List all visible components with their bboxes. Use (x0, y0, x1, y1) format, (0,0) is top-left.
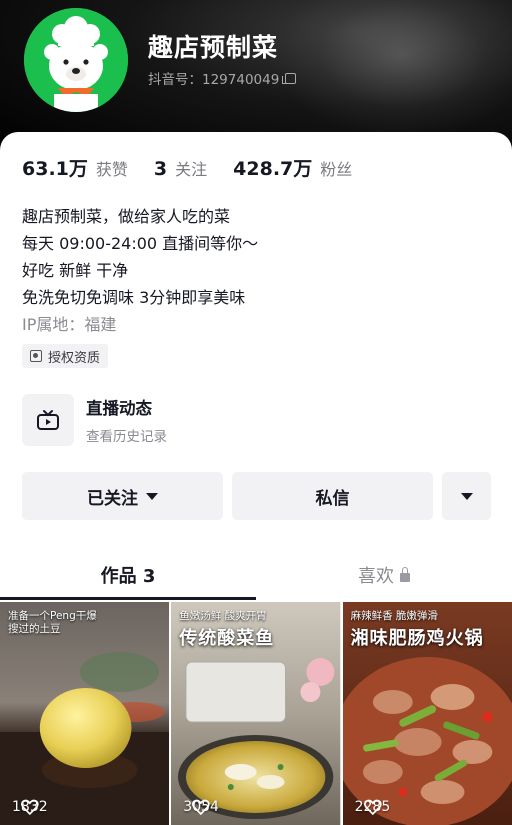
video-grid: 准备一个Peng干爆 搜过的土豆 1832 鱼嫩汤鲜 酸爽开胃 传统酸菜鱼 30… (0, 602, 512, 825)
video-caption: 鱼嫩汤鲜 酸爽开胃 (179, 610, 267, 622)
message-label: 私信 (315, 488, 350, 509)
followed-button[interactable]: 已关注 (22, 472, 223, 520)
stat-value: 428.7万 (233, 158, 313, 180)
live-history-entry[interactable]: 直播动态 查看历史记录 (22, 394, 167, 446)
stat-label: 关注 (175, 160, 208, 179)
bio-line: 免洗免切免调味 3分钟即享美味 (22, 288, 246, 307)
video-thumbnail[interactable]: 准备一个Peng干爆 搜过的土豆 1832 (0, 602, 170, 825)
video-title: 传统酸菜鱼 (179, 628, 275, 649)
heart-icon (192, 799, 210, 815)
video-thumbnail[interactable]: 麻辣鲜香 脆嫩弹滑 湘味肥肠鸡火锅 2285 (342, 602, 512, 825)
heart-icon (21, 799, 39, 815)
stat-following[interactable]: 3 关注 (154, 156, 207, 180)
certificate-icon (30, 350, 42, 362)
header-background (272, 0, 512, 140)
live-subtitle: 查看历史记录 (86, 429, 167, 445)
stat-label: 获赞 (95, 160, 128, 179)
tab-likes[interactable]: 喜欢 (256, 552, 512, 598)
lock-icon (400, 566, 410, 582)
like-count: 2285 (355, 799, 390, 815)
stat-followers[interactable]: 428.7万 粉丝 (233, 154, 352, 181)
video-caption: 麻辣鲜香 脆嫩弹滑 (350, 610, 438, 622)
live-title: 直播动态 (86, 399, 152, 418)
qualification-badge[interactable]: 授权资质 (22, 344, 109, 368)
stat-label: 粉丝 (320, 160, 353, 179)
video-thumbnail[interactable]: 鱼嫩汤鲜 酸爽开胃 传统酸菜鱼 3054 (171, 602, 341, 825)
copy-icon[interactable] (282, 72, 297, 84)
bio-line: 好吃 新鲜 干净 (22, 261, 129, 280)
action-row: 已关注 私信 (22, 472, 491, 520)
douyin-id-text: 抖音号：129740049 (148, 72, 280, 88)
stat-likes[interactable]: 63.1万 获赞 (22, 154, 128, 181)
like-count: 3054 (183, 799, 219, 815)
tab-likes-label: 喜欢 (358, 566, 394, 587)
bio-line: 每天 09:00-24:00 直播间等你～ (22, 234, 259, 253)
like-count: 1832 (12, 799, 48, 815)
content-tabs: 作品 3 喜欢 (0, 552, 512, 600)
profile-name: 趣店预制菜 (148, 33, 279, 62)
bio: 趣店预制菜，做给家人吃的菜 每天 09:00-24:00 直播间等你～ 好吃 新… (22, 203, 258, 338)
stat-value: 63.1万 (22, 158, 88, 180)
stat-value: 3 (153, 158, 168, 180)
avatar[interactable] (24, 8, 128, 112)
heart-icon (363, 799, 382, 815)
douyin-id[interactable]: 抖音号：129740049 (148, 68, 297, 88)
stats-row: 63.1万 获赞 3 关注 428.7万 粉丝 (22, 154, 378, 181)
followed-label: 已关注 (87, 488, 138, 509)
active-tab-indicator (0, 597, 256, 600)
more-button[interactable] (442, 472, 491, 520)
tab-works[interactable]: 作品 3 (0, 552, 256, 598)
bio-line: 趣店预制菜，做给家人吃的菜 (22, 207, 231, 226)
message-button[interactable]: 私信 (232, 472, 433, 520)
video-caption: 准备一个Peng干爆 搜过的土豆 (8, 610, 97, 635)
caret-down-icon (460, 492, 473, 500)
badge-label: 授权资质 (48, 350, 101, 366)
tab-works-label: 作品 3 (100, 566, 156, 587)
tv-icon (22, 394, 74, 446)
caret-down-icon (146, 492, 158, 500)
ip-location: IP属地：福建 (22, 315, 117, 334)
profile-card: 63.1万 获赞 3 关注 428.7万 粉丝 趣店预制菜，做给家人吃的菜 每天… (0, 132, 512, 825)
profile-header: 趣店预制菜 抖音号：129740049 (0, 0, 512, 150)
bear-chef-logo (24, 8, 128, 112)
video-title: 湘味肥肠鸡火锅 (350, 628, 484, 649)
